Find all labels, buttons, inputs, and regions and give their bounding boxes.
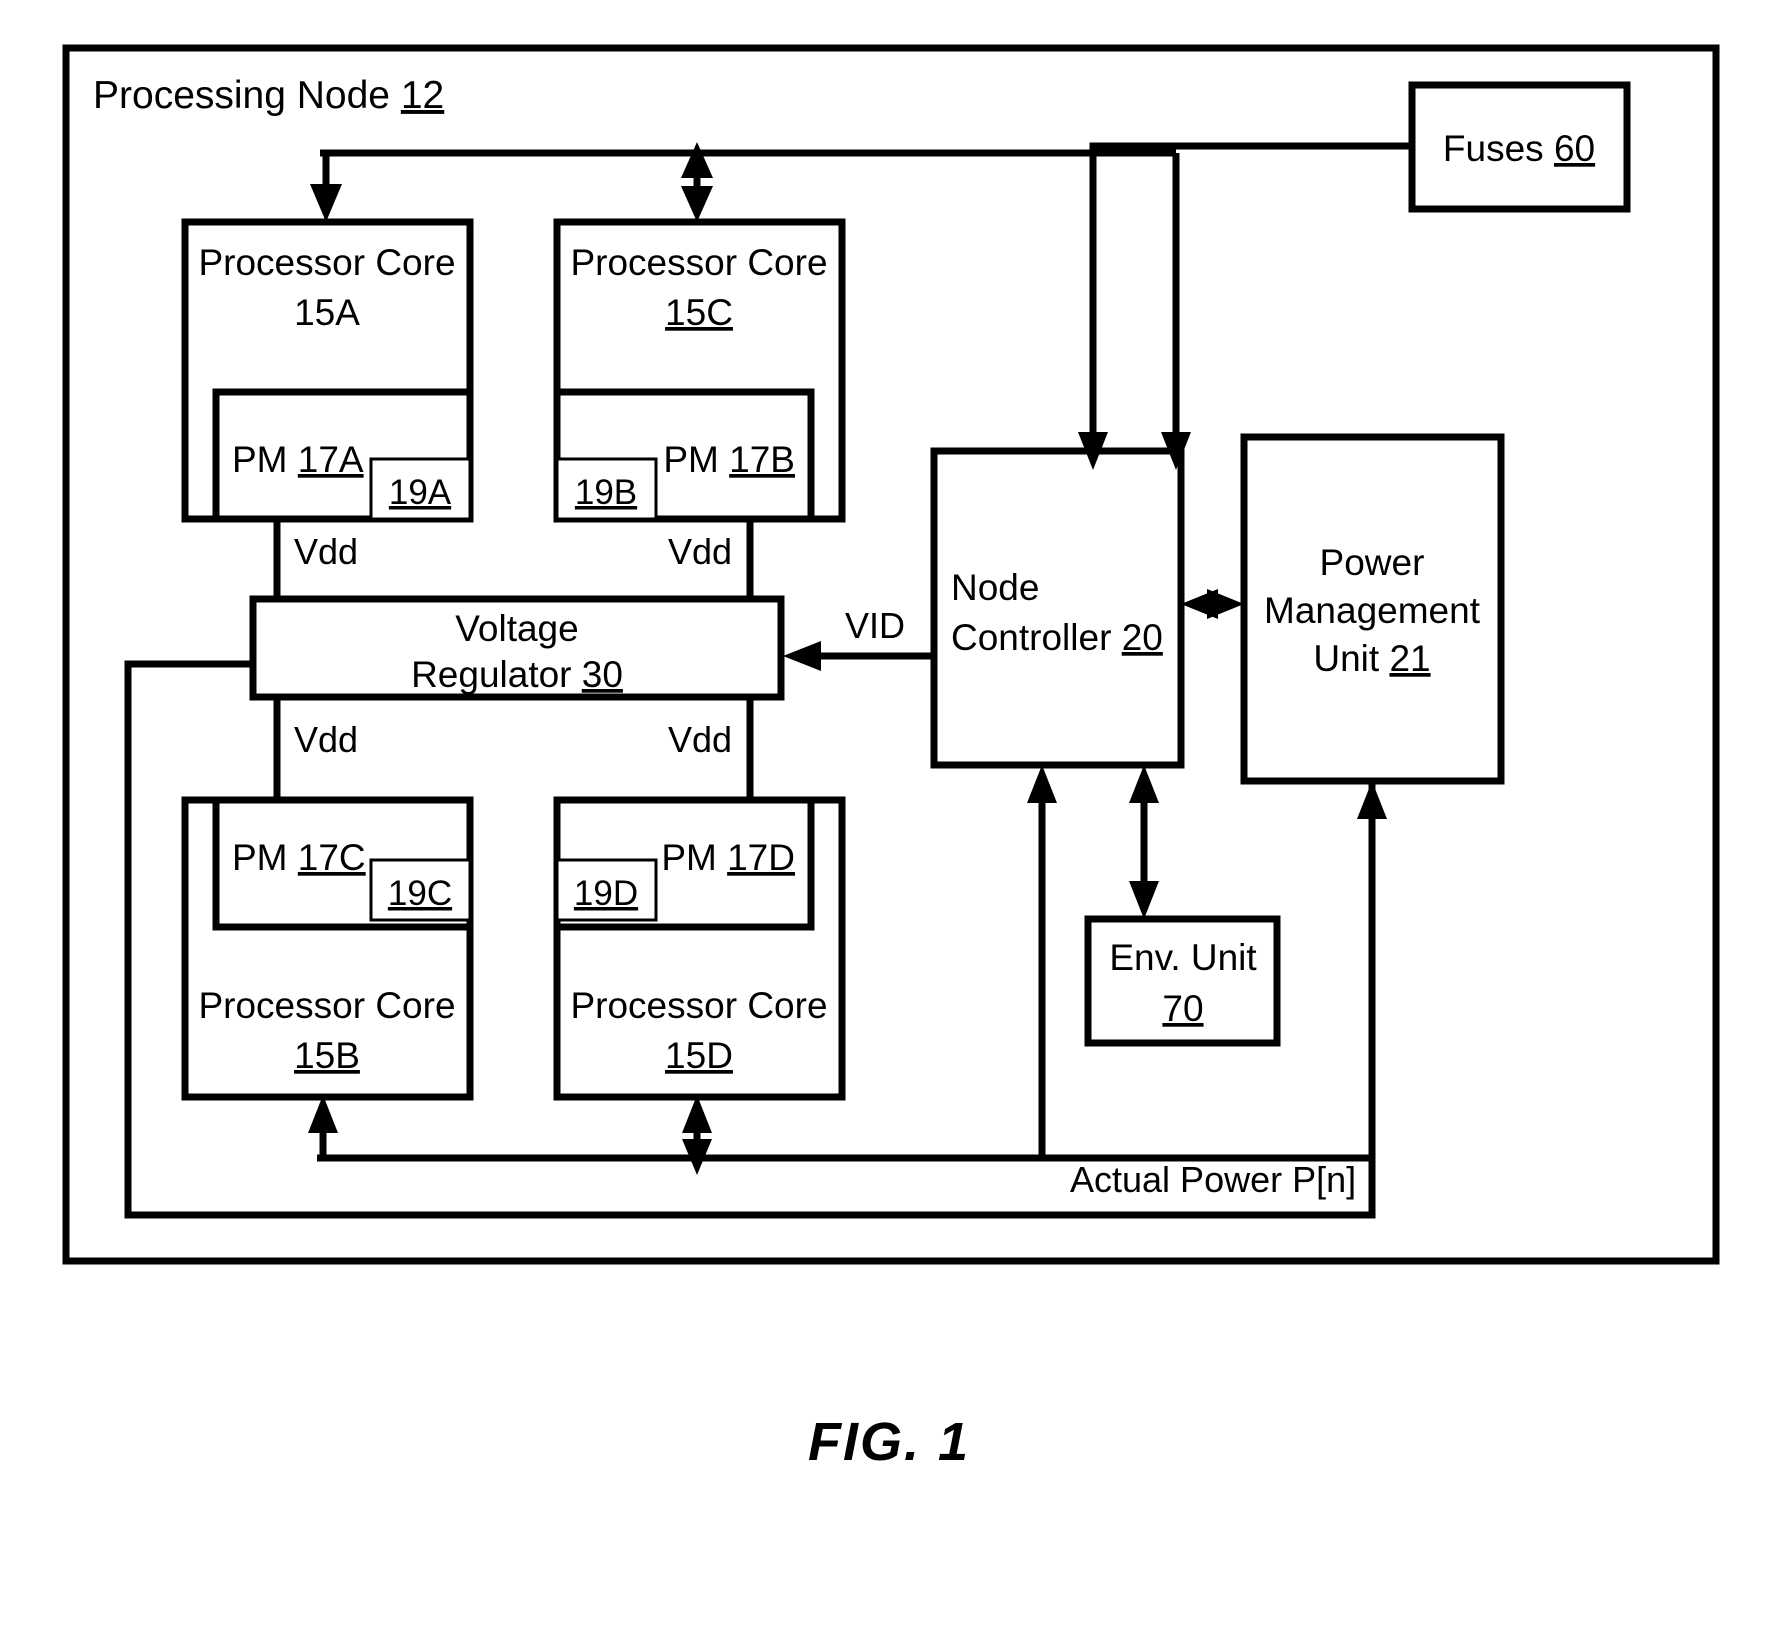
node-controller-line2-text: Controller bbox=[951, 617, 1122, 658]
nc-bottom-bus-arrowhead bbox=[1027, 765, 1057, 803]
pm-17a-label-text: PM bbox=[232, 439, 298, 480]
pm-17b-label-text: PM bbox=[663, 439, 729, 480]
reg-19c-ref: 19C bbox=[388, 874, 452, 913]
pm-17c-ref: 17C bbox=[298, 837, 366, 878]
actual-power-to-15d-up-arrowhead bbox=[682, 1095, 712, 1133]
processor-core-15b-label: Processor Core bbox=[198, 985, 455, 1026]
processing-node-title: Processing Node 12 bbox=[93, 74, 444, 117]
processing-node-title-text: Processing Node bbox=[93, 74, 401, 117]
vdd-top-right-label: Vdd bbox=[668, 531, 732, 572]
bus-to-core-15c-up-arrowhead bbox=[681, 142, 713, 178]
pmu-line3: Unit 21 bbox=[1313, 638, 1430, 679]
pm-17a-ref: 17A bbox=[298, 439, 364, 480]
processor-core-15b-ref: 15B bbox=[294, 1035, 360, 1076]
pm-17d-label-text: PM bbox=[661, 837, 727, 878]
fuses-label-text: Fuses bbox=[1443, 128, 1554, 169]
patent-figure: Processing Node 12 Fuses 60 Processor Co… bbox=[0, 0, 1779, 1625]
processor-core-15d-label: Processor Core bbox=[570, 985, 827, 1026]
pmu-actual-power-arrowhead bbox=[1357, 781, 1387, 819]
node-controller-line1: Node bbox=[951, 567, 1039, 608]
vdd-bottom-right-label: Vdd bbox=[668, 719, 732, 760]
processor-core-15d-ref: 15D bbox=[665, 1035, 733, 1076]
pmu-ref: 21 bbox=[1389, 638, 1430, 679]
figure-caption: FIG. 1 bbox=[808, 1412, 970, 1472]
actual-power-label: Actual Power P[n] bbox=[1070, 1159, 1356, 1200]
pm-17d-label: PM 17D bbox=[661, 837, 795, 878]
pm-17b-ref: 17B bbox=[729, 439, 795, 480]
voltage-regulator-line2: Regulator 30 bbox=[411, 654, 623, 695]
fuses-to-node-controller-wire bbox=[1089, 142, 1412, 448]
voltage-regulator-line1: Voltage bbox=[455, 608, 578, 649]
pm-17c-label-text: PM bbox=[232, 837, 298, 878]
vdd-bottom-left-label: Vdd bbox=[294, 719, 358, 760]
voltage-regulator-ref: 30 bbox=[582, 654, 623, 695]
pmu-line1: Power bbox=[1320, 542, 1425, 583]
env-unit-line1: Env. Unit bbox=[1109, 937, 1257, 978]
vid-arrowhead bbox=[783, 641, 821, 671]
reg-19d-ref: 19D bbox=[574, 874, 638, 913]
pmu-line3-text: Unit bbox=[1313, 638, 1389, 679]
bus-to-core-15a-arrowhead bbox=[310, 184, 342, 222]
pm-17a-label: PM 17A bbox=[232, 439, 364, 480]
voltage-regulator-line2-text: Regulator bbox=[411, 654, 582, 695]
fuses-ref: 60 bbox=[1554, 128, 1595, 169]
node-controller-box bbox=[930, 447, 1185, 769]
reg-19a-ref: 19A bbox=[389, 473, 452, 512]
processor-core-15c-label: Processor Core bbox=[570, 242, 827, 283]
processing-node-title-ref: 12 bbox=[401, 74, 444, 117]
bus-to-core-15c-down-arrowhead bbox=[681, 186, 713, 222]
pm-17c-label: PM 17C bbox=[232, 837, 366, 878]
node-controller-line2: Controller 20 bbox=[951, 617, 1163, 658]
vid-label: VID bbox=[845, 605, 905, 646]
reg-19b-ref: 19B bbox=[575, 473, 637, 512]
nc-env-unit-up-arrowhead bbox=[1129, 765, 1159, 803]
nc-pmu-right-arrowhead bbox=[1207, 589, 1244, 619]
pm-17b-label: PM 17B bbox=[663, 439, 795, 480]
processor-core-15a-ref: 15A bbox=[294, 292, 360, 333]
actual-power-to-15b-arrowhead bbox=[308, 1095, 338, 1133]
pmu-line2: Management bbox=[1264, 590, 1481, 631]
vdd-top-left-label: Vdd bbox=[294, 531, 358, 572]
fuses-label: Fuses 60 bbox=[1443, 128, 1595, 169]
env-unit-ref: 70 bbox=[1162, 988, 1203, 1029]
nc-env-unit-down-arrowhead bbox=[1129, 881, 1159, 919]
node-controller-ref: 20 bbox=[1122, 617, 1163, 658]
pm-17d-ref: 17D bbox=[727, 837, 795, 878]
block-diagram: Processing Node 12 Fuses 60 Processor Co… bbox=[62, 44, 1720, 1472]
processor-core-15c-ref: 15C bbox=[665, 292, 733, 333]
processor-core-15a-label: Processor Core bbox=[198, 242, 455, 283]
